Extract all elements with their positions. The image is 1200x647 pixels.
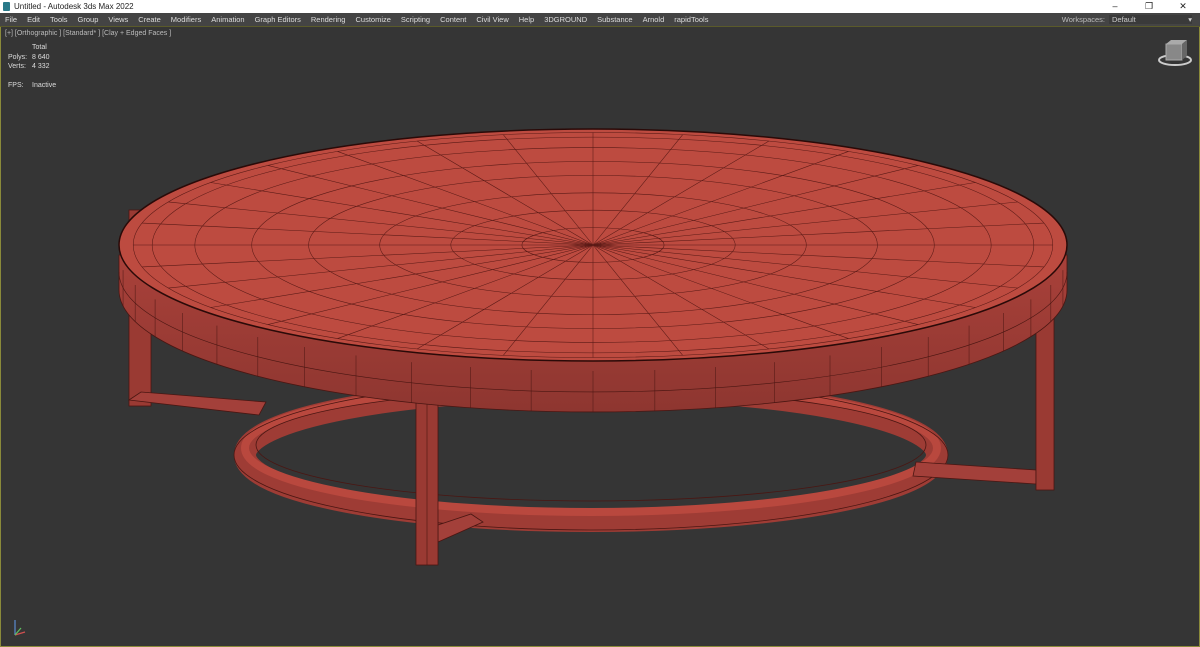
menu-edit[interactable]: Edit xyxy=(22,15,45,24)
restore-button[interactable]: ❐ xyxy=(1132,1,1166,12)
viewport-statistics: Total Polys: 8 640 Verts: 4 332 FPS: Inacti… xyxy=(8,43,56,90)
menu-content[interactable]: Content xyxy=(435,15,471,24)
workspaces: Workspaces: Default ▾ xyxy=(1062,15,1192,24)
menu-group[interactable]: Group xyxy=(73,15,104,24)
menu-rendering[interactable]: Rendering xyxy=(306,15,351,24)
menu-civil-view[interactable]: Civil View xyxy=(471,15,513,24)
minimize-button[interactable]: – xyxy=(1098,1,1132,12)
menu-3dground[interactable]: 3DGROUND xyxy=(539,15,592,24)
viewcube[interactable] xyxy=(1158,40,1192,66)
menu-animation[interactable]: Animation xyxy=(206,15,249,24)
polys-label: Polys: xyxy=(8,53,28,61)
window-title: Untitled - Autodesk 3ds Max 2022 xyxy=(14,2,134,11)
menu-create[interactable]: Create xyxy=(133,15,166,24)
workspaces-dropdown[interactable]: Default ▾ xyxy=(1109,15,1192,24)
workspaces-value: Default xyxy=(1112,15,1136,24)
menu-graph-editors[interactable]: Graph Editors xyxy=(250,15,306,24)
menu-scripting[interactable]: Scripting xyxy=(396,15,435,24)
fps-value: Inactive xyxy=(32,81,57,89)
menu-bar: File Edit Tools Group Views Create Modifiers An… xyxy=(0,13,1200,27)
verts-label: Verts: xyxy=(8,63,26,70)
menu-tools[interactable]: Tools xyxy=(45,15,73,24)
menu-substance[interactable]: Substance xyxy=(592,15,637,24)
menu-help[interactable]: Help xyxy=(514,15,539,24)
verts-value: 4 332 xyxy=(32,63,50,70)
workspaces-label: Workspaces: xyxy=(1061,15,1105,24)
menu-arnold[interactable]: Arnold xyxy=(638,15,670,24)
viewport-label[interactable]: [+] [Orthographic ] [Standard* ] [Clay +… xyxy=(5,30,171,37)
scene-render xyxy=(14,40,1192,636)
polys-value: 8 640 xyxy=(32,53,50,61)
app-icon xyxy=(3,2,10,11)
title-bar: Untitled - Autodesk 3ds Max 2022 – ❐ ✕ xyxy=(0,0,1200,13)
close-button[interactable]: ✕ xyxy=(1166,1,1200,12)
stats-header: Total xyxy=(32,44,47,51)
viewport-perspective[interactable]: [+] [Orthographic ] [Standard* ] [Clay +… xyxy=(0,27,1200,647)
axis-gizmo xyxy=(14,620,26,636)
chevron-down-icon: ▾ xyxy=(1188,15,1192,24)
menu-modifiers[interactable]: Modifiers xyxy=(166,15,206,24)
menu-rapidtools[interactable]: rapidTools xyxy=(669,15,713,24)
menu-customize[interactable]: Customize xyxy=(350,15,395,24)
menu-views[interactable]: Views xyxy=(103,15,133,24)
fps-label: FPS: xyxy=(8,81,24,89)
menu-file[interactable]: File xyxy=(0,15,22,24)
